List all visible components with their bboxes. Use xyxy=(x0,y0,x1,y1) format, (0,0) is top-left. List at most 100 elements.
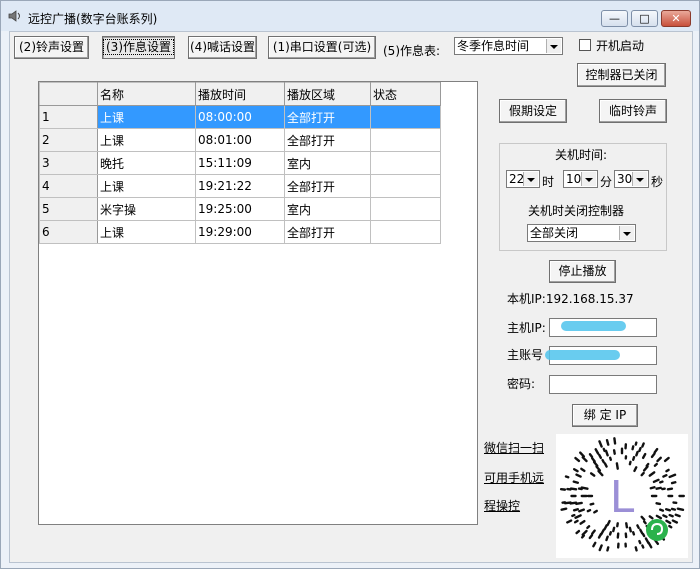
shutdown-minute-select[interactable]: 10 xyxy=(563,170,598,188)
qr-dot xyxy=(580,467,586,473)
qr-dot xyxy=(668,473,677,479)
table-row[interactable]: 2 上课 08:01:00 全部打开 xyxy=(39,128,441,152)
table-row[interactable]: 4 上课 19:21:22 全部打开 xyxy=(39,174,441,198)
qr-dot xyxy=(575,529,581,535)
redaction-mark xyxy=(545,350,620,360)
qr-dot xyxy=(578,508,585,513)
qr-dot xyxy=(649,486,656,490)
controller-status-button[interactable]: 控制器已关闭 xyxy=(577,63,666,87)
qr-dot xyxy=(642,520,647,525)
chevron-down-icon xyxy=(632,172,647,186)
cell-time[interactable]: 08:00:00 xyxy=(195,105,285,129)
qr-dot xyxy=(635,450,639,457)
qr-dot xyxy=(652,478,660,484)
cell-name[interactable]: 晚托 xyxy=(97,151,196,175)
qr-dot xyxy=(588,533,594,540)
qr-dot xyxy=(659,508,665,512)
cell-time[interactable]: 15:11:09 xyxy=(195,151,285,175)
header-time[interactable]: 播放时间 xyxy=(195,82,285,106)
minimize-button[interactable]: — xyxy=(601,10,628,27)
qr-dot xyxy=(574,456,581,463)
cell-status[interactable] xyxy=(370,174,441,198)
qr-dot xyxy=(564,475,570,479)
qr-dot xyxy=(671,519,679,524)
bind-ip-button[interactable]: 绑 定 IP xyxy=(572,404,638,427)
shutdown-second-select[interactable]: 30 xyxy=(614,170,649,188)
cell-area[interactable]: 全部打开 xyxy=(284,105,371,129)
cell-status[interactable] xyxy=(370,220,441,244)
qr-dot xyxy=(648,471,656,477)
cell-name[interactable]: 米字操 xyxy=(97,197,196,221)
cell-area[interactable]: 室内 xyxy=(284,197,371,221)
qr-dot xyxy=(601,458,605,464)
header-status[interactable]: 状态 xyxy=(370,82,441,106)
mobile-remote-link[interactable]: 可用手机远 xyxy=(484,469,544,486)
cell-area[interactable]: 全部打开 xyxy=(284,174,371,198)
table-row[interactable]: 3 晚托 15:11:09 室内 xyxy=(39,151,441,175)
qr-dot xyxy=(613,437,617,445)
cell-name[interactable]: 上课 xyxy=(97,128,196,152)
password-field[interactable] xyxy=(549,375,657,394)
cell-status[interactable] xyxy=(370,197,441,221)
remote-control-link[interactable]: 程操控 xyxy=(484,497,520,514)
close-icon: ✕ xyxy=(671,12,681,25)
qr-dot xyxy=(566,519,573,524)
qr-dot xyxy=(674,513,681,518)
cell-time[interactable]: 19:29:00 xyxy=(195,220,285,244)
cell-time[interactable]: 08:01:00 xyxy=(195,128,285,152)
tab-bell-settings[interactable]: (2)铃声设置 xyxy=(14,36,89,59)
stop-playback-button[interactable]: 停止播放 xyxy=(549,260,616,283)
shutdown-controller-label: 关机时关闭控制器 xyxy=(528,204,625,218)
header-area[interactable]: 播放区域 xyxy=(284,82,371,106)
table-row[interactable]: 6 上课 19:29:00 全部打开 xyxy=(39,220,441,244)
cell-name[interactable]: 上课 xyxy=(97,174,196,198)
wechat-scan-link[interactable]: 微信扫一扫 xyxy=(484,439,544,456)
host-account-label: 主账号 xyxy=(507,348,544,362)
schedule-select[interactable]: 冬季作息时间 xyxy=(454,37,563,55)
cell-time[interactable]: 19:25:00 xyxy=(195,197,285,221)
cell-status[interactable] xyxy=(370,105,441,129)
shutdown-title: 关机时间: xyxy=(555,148,608,162)
maximize-button[interactable]: □ xyxy=(631,10,658,27)
cell-status[interactable] xyxy=(370,128,441,152)
qr-dot xyxy=(668,524,673,529)
tab-announce-settings[interactable]: (4)喊话设置 xyxy=(188,36,257,59)
qr-dot xyxy=(604,449,609,457)
speaker-icon xyxy=(8,10,20,22)
qr-dot xyxy=(638,539,642,545)
temp-bell-button[interactable]: 临时铃声 xyxy=(599,99,667,123)
close-button[interactable]: ✕ xyxy=(661,10,691,27)
cell-name[interactable]: 上课 xyxy=(97,220,196,244)
qr-code[interactable]: L xyxy=(556,434,688,558)
qr-dot xyxy=(648,515,654,520)
qr-dot xyxy=(593,509,598,514)
cell-time[interactable]: 19:21:22 xyxy=(195,174,285,198)
table-row[interactable]: 1 上课 08:00:00 全部打开 xyxy=(39,105,441,129)
autostart-checkbox[interactable] xyxy=(579,39,591,51)
cell-area[interactable]: 全部打开 xyxy=(284,220,371,244)
qr-dot xyxy=(590,457,596,463)
qr-dot xyxy=(598,544,603,552)
qr-dot xyxy=(595,465,602,472)
qr-dot xyxy=(581,529,588,536)
qr-dot xyxy=(641,532,646,538)
autostart-label: 开机启动 xyxy=(596,39,645,53)
tab-schedule-settings[interactable]: (3)作息设置 xyxy=(102,36,175,59)
qr-dot xyxy=(665,508,672,512)
shutdown-controller-select[interactable]: 全部关闭 xyxy=(527,224,636,242)
table-row[interactable]: 5 米字操 19:25:00 室内 xyxy=(39,197,441,221)
holiday-settings-button[interactable]: 假期设定 xyxy=(499,99,567,123)
cell-area[interactable]: 室内 xyxy=(284,151,371,175)
qr-dot xyxy=(594,448,600,455)
cell-area[interactable]: 全部打开 xyxy=(284,128,371,152)
cell-name[interactable]: 上课 xyxy=(97,105,196,129)
qr-dot xyxy=(641,544,645,549)
shutdown-hour-select[interactable]: 22 xyxy=(506,170,540,188)
qr-dot xyxy=(645,462,650,468)
qr-dot xyxy=(575,473,582,478)
qr-dot xyxy=(659,480,664,484)
qr-dot xyxy=(662,474,668,478)
tab-serial-settings[interactable]: (1)串口设置(可选) xyxy=(268,36,376,59)
cell-status[interactable] xyxy=(370,151,441,175)
header-name[interactable]: 名称 xyxy=(97,82,196,106)
